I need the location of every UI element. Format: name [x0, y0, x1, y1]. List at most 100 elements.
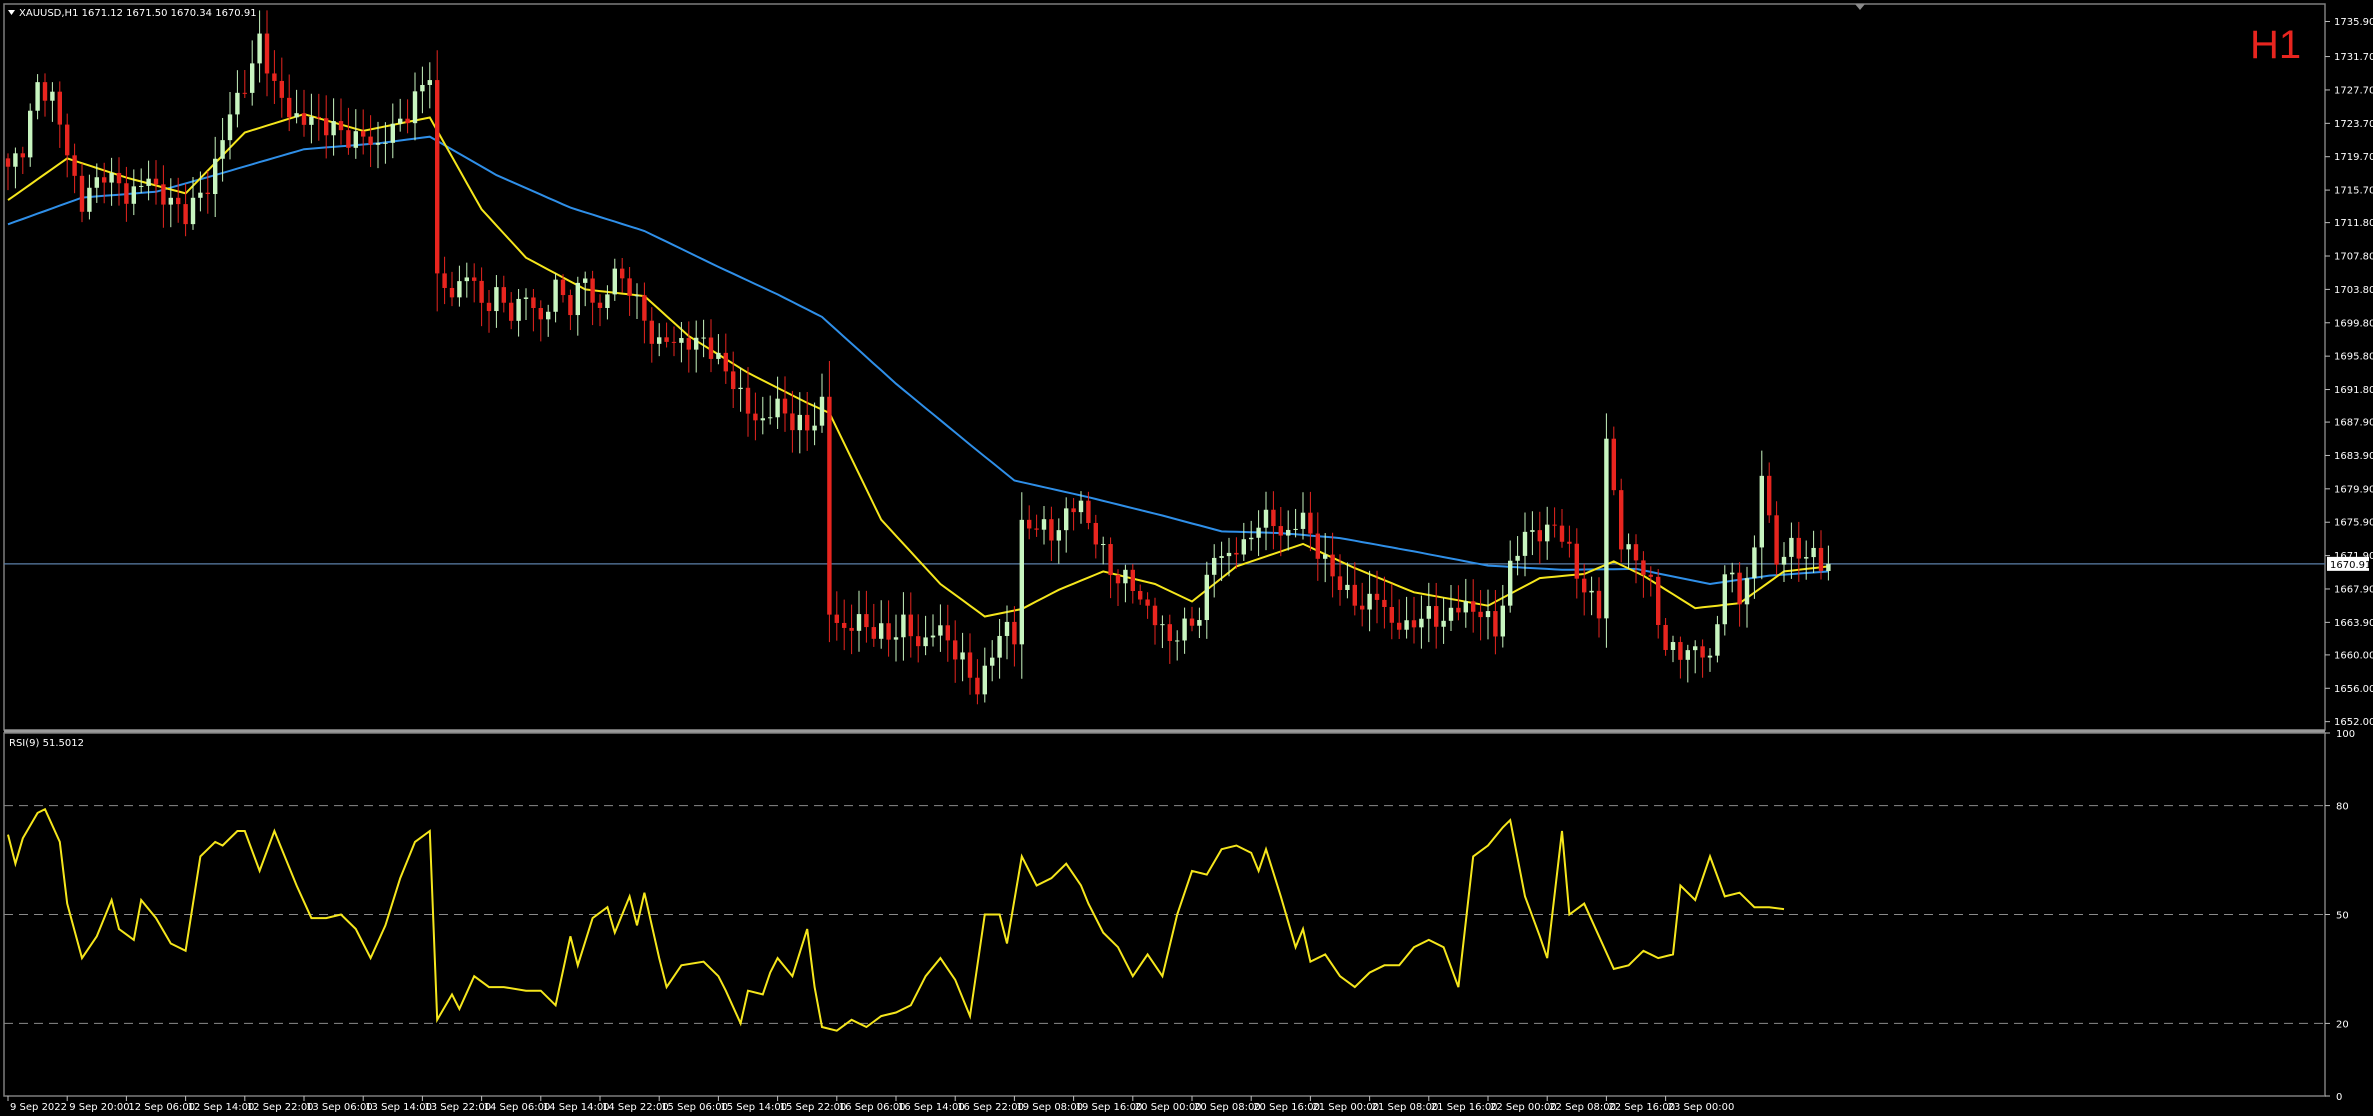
- candle-body: [1582, 578, 1587, 593]
- time-tick-label: 14 Sep 06:00: [484, 1102, 551, 1113]
- candle-body: [301, 113, 307, 125]
- candle-body: [1633, 544, 1639, 561]
- candle-body: [13, 153, 18, 167]
- time-tick-label: 19 Sep 16:00: [1076, 1102, 1143, 1113]
- candle-body: [1752, 547, 1757, 579]
- candle-body: [257, 33, 262, 64]
- candle-body: [923, 637, 928, 647]
- candle-body: [87, 187, 92, 212]
- candle-body: [1175, 640, 1180, 642]
- candle-body: [1108, 544, 1113, 576]
- candle-body: [516, 298, 521, 321]
- candle-body: [1804, 557, 1809, 559]
- candle-body: [383, 142, 388, 144]
- candle-body: [938, 625, 943, 636]
- rsi-tick-label: 20: [2336, 1019, 2349, 1030]
- candle-body: [338, 121, 344, 131]
- candle-body: [131, 186, 136, 204]
- candle-body: [457, 281, 462, 298]
- candle-body: [190, 197, 196, 225]
- rsi-tick-label: 100: [2336, 729, 2355, 740]
- candle-body: [1004, 621, 1010, 636]
- time-tick-label: 22 Sep 08:00: [1549, 1102, 1616, 1113]
- candle-body: [420, 84, 425, 92]
- candle-body: [287, 97, 292, 118]
- candle-body: [1604, 438, 1609, 619]
- time-tick-label: 15 Sep 22:00: [780, 1102, 847, 1113]
- price-tick-label: 1687.90: [2334, 418, 2373, 429]
- candle-body: [1656, 576, 1661, 625]
- candle-body: [1300, 512, 1306, 529]
- candle-body: [1189, 618, 1195, 626]
- price-tick-label: 1723.70: [2334, 119, 2373, 130]
- candle-body: [560, 279, 566, 296]
- candle-body: [901, 614, 906, 638]
- candle-body: [1204, 574, 1209, 621]
- price-tick-label: 1703.80: [2334, 285, 2373, 296]
- candle-body: [1767, 475, 1772, 516]
- candle[interactable]: [435, 50, 440, 312]
- time-tick-label: 22 Sep 16:00: [1608, 1102, 1675, 1113]
- candle-body: [1574, 543, 1579, 579]
- candle-body: [1212, 557, 1217, 575]
- candle-body: [1389, 607, 1394, 623]
- candle-body: [1345, 584, 1350, 591]
- candle-body: [1323, 554, 1328, 559]
- candle-body: [1145, 599, 1150, 606]
- candle-body: [982, 665, 987, 695]
- price-tick-label: 1715.70: [2334, 186, 2373, 197]
- candle-body: [1508, 560, 1513, 606]
- candle-body: [893, 637, 899, 640]
- candle-body: [745, 387, 751, 414]
- candle-body: [1471, 601, 1476, 612]
- candle-body: [997, 635, 1002, 658]
- candle[interactable]: [1604, 413, 1609, 648]
- candle-body: [805, 414, 810, 431]
- candle-body: [1019, 519, 1024, 645]
- time-tick-label: 13 Sep 14:00: [365, 1102, 432, 1113]
- candle-body: [509, 302, 514, 321]
- candle-body: [1012, 621, 1017, 645]
- candle-body: [597, 302, 603, 308]
- candle-body: [1463, 601, 1468, 613]
- candle-body: [42, 82, 48, 101]
- candle[interactable]: [28, 103, 33, 167]
- candle-body: [671, 341, 677, 343]
- candle-body: [1478, 611, 1483, 618]
- candle-body: [1522, 531, 1528, 556]
- candle-body: [1152, 605, 1158, 626]
- candle-body: [1041, 519, 1047, 530]
- candle-body: [1352, 584, 1357, 606]
- time-tick-label: 14 Sep 14:00: [543, 1102, 610, 1113]
- price-tick-label: 1660.00: [2334, 650, 2373, 661]
- price-tick-label: 1735.90: [2334, 17, 2373, 28]
- candle-body: [1049, 519, 1054, 541]
- candle-body: [1374, 593, 1380, 600]
- candle-body: [819, 396, 825, 426]
- candle-body: [760, 418, 765, 421]
- candle-body: [1626, 544, 1631, 550]
- candle-body: [368, 136, 373, 145]
- candle-body: [967, 652, 973, 678]
- candle-body: [1567, 541, 1572, 544]
- candle-body: [1596, 590, 1602, 619]
- candle-body: [346, 130, 351, 148]
- candle-body: [1064, 508, 1069, 531]
- candle-body: [1737, 572, 1742, 605]
- candle[interactable]: [827, 360, 832, 643]
- candle-body: [627, 278, 632, 296]
- candle-body: [812, 425, 817, 431]
- time-tick-label: 13 Sep 06:00: [306, 1102, 373, 1113]
- candle-body: [405, 118, 410, 124]
- time-tick-label: 16 Sep 22:00: [957, 1102, 1024, 1113]
- candle-body: [1448, 607, 1454, 621]
- candle-body: [116, 172, 122, 184]
- price-panel[interactable]: [3, 3, 2326, 731]
- candle-body: [1367, 593, 1372, 610]
- candle-body: [28, 110, 33, 158]
- candle-body: [464, 277, 469, 282]
- candle-body: [1293, 528, 1298, 530]
- price-tick-label: 1663.90: [2334, 618, 2373, 629]
- time-tick-label: 12 Sep 14:00: [188, 1102, 255, 1113]
- price-tick-label: 1652.00: [2334, 717, 2373, 728]
